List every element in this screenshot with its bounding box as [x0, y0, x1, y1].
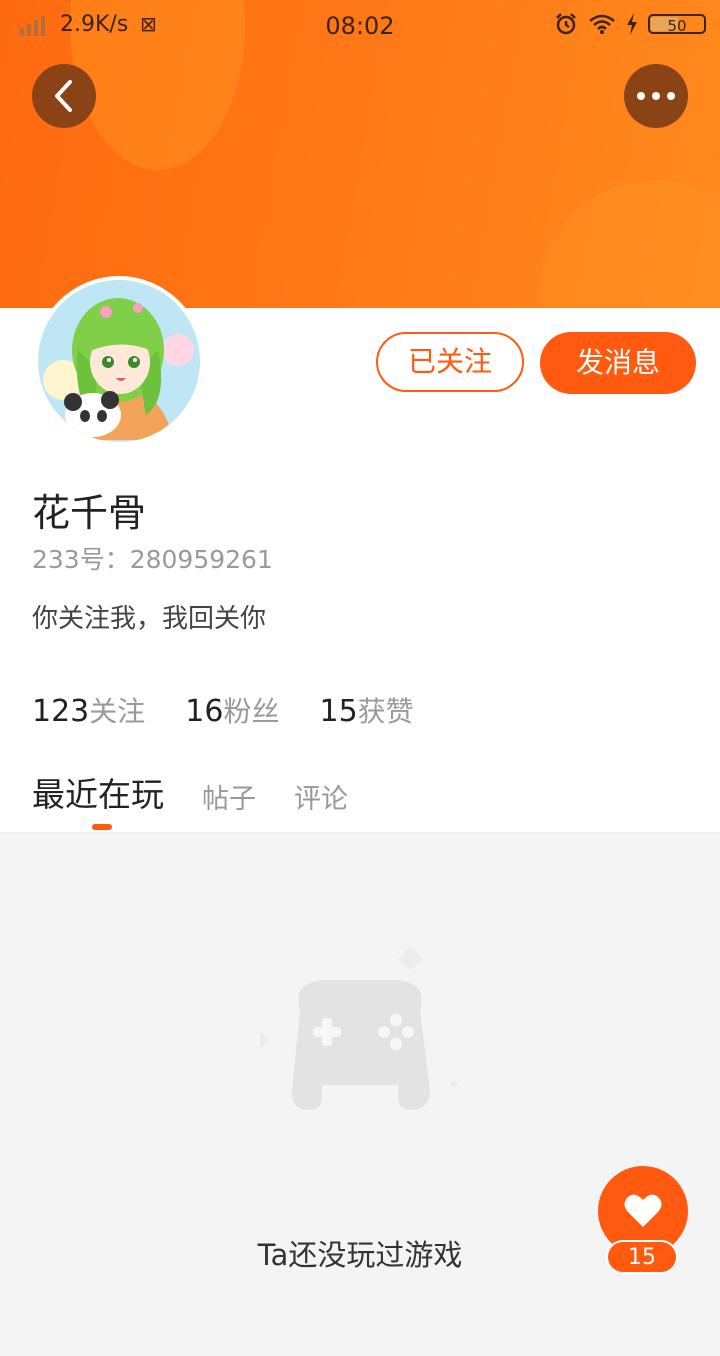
stats-row: 123关注 16粉丝 15获赞	[32, 690, 414, 730]
heart-icon	[624, 1194, 662, 1227]
battery-level: 50	[667, 17, 687, 35]
tab-comments[interactable]: 评论	[294, 777, 348, 816]
profile-panel: 已关注 发消息 花千骨 233号：280959261 你关注我，我回关你 123…	[0, 276, 720, 833]
more-dots-icon	[637, 92, 675, 100]
send-message-button[interactable]: 发消息	[540, 332, 696, 394]
stat-followers[interactable]: 16粉丝	[185, 690, 279, 730]
avatar-illustration	[38, 280, 200, 442]
back-button[interactable]	[32, 64, 96, 128]
stat-label: 关注	[89, 695, 146, 728]
status-bar: 2.9K/s ⊠ 08:02 50	[0, 0, 720, 50]
stat-value: 123	[32, 694, 90, 729]
gamepad-icon	[260, 945, 457, 1110]
tab-bar: 最近在玩 帖子 评论	[32, 768, 348, 816]
stat-likes[interactable]: 15获赞	[319, 690, 413, 730]
charging-icon	[627, 13, 637, 35]
like-count: 15	[606, 1240, 678, 1274]
followed-button[interactable]: 已关注	[376, 332, 524, 392]
stat-value: 15	[319, 694, 358, 729]
stat-value: 16	[185, 694, 224, 729]
chevron-left-icon	[55, 80, 72, 112]
wifi-icon	[589, 14, 615, 34]
more-options-button[interactable]	[624, 64, 688, 128]
header-decoration	[540, 180, 720, 308]
user-bio: 你关注我，我回关你	[32, 604, 267, 634]
stat-following[interactable]: 123关注	[32, 690, 145, 730]
avatar[interactable]	[34, 276, 204, 446]
tab-recently-played[interactable]: 最近在玩	[32, 768, 164, 816]
alarm-icon	[556, 13, 576, 35]
profile-header: 2.9K/s ⊠ 08:02 50	[0, 0, 720, 308]
battery-icon: 50	[648, 14, 706, 35]
user-id: 233号：280959261	[32, 545, 273, 574]
stat-label: 粉丝	[223, 695, 280, 728]
stat-label: 获赞	[357, 695, 414, 728]
tab-indicator	[92, 824, 112, 830]
user-name: 花千骨	[32, 491, 147, 535]
tab-posts[interactable]: 帖子	[202, 777, 256, 816]
